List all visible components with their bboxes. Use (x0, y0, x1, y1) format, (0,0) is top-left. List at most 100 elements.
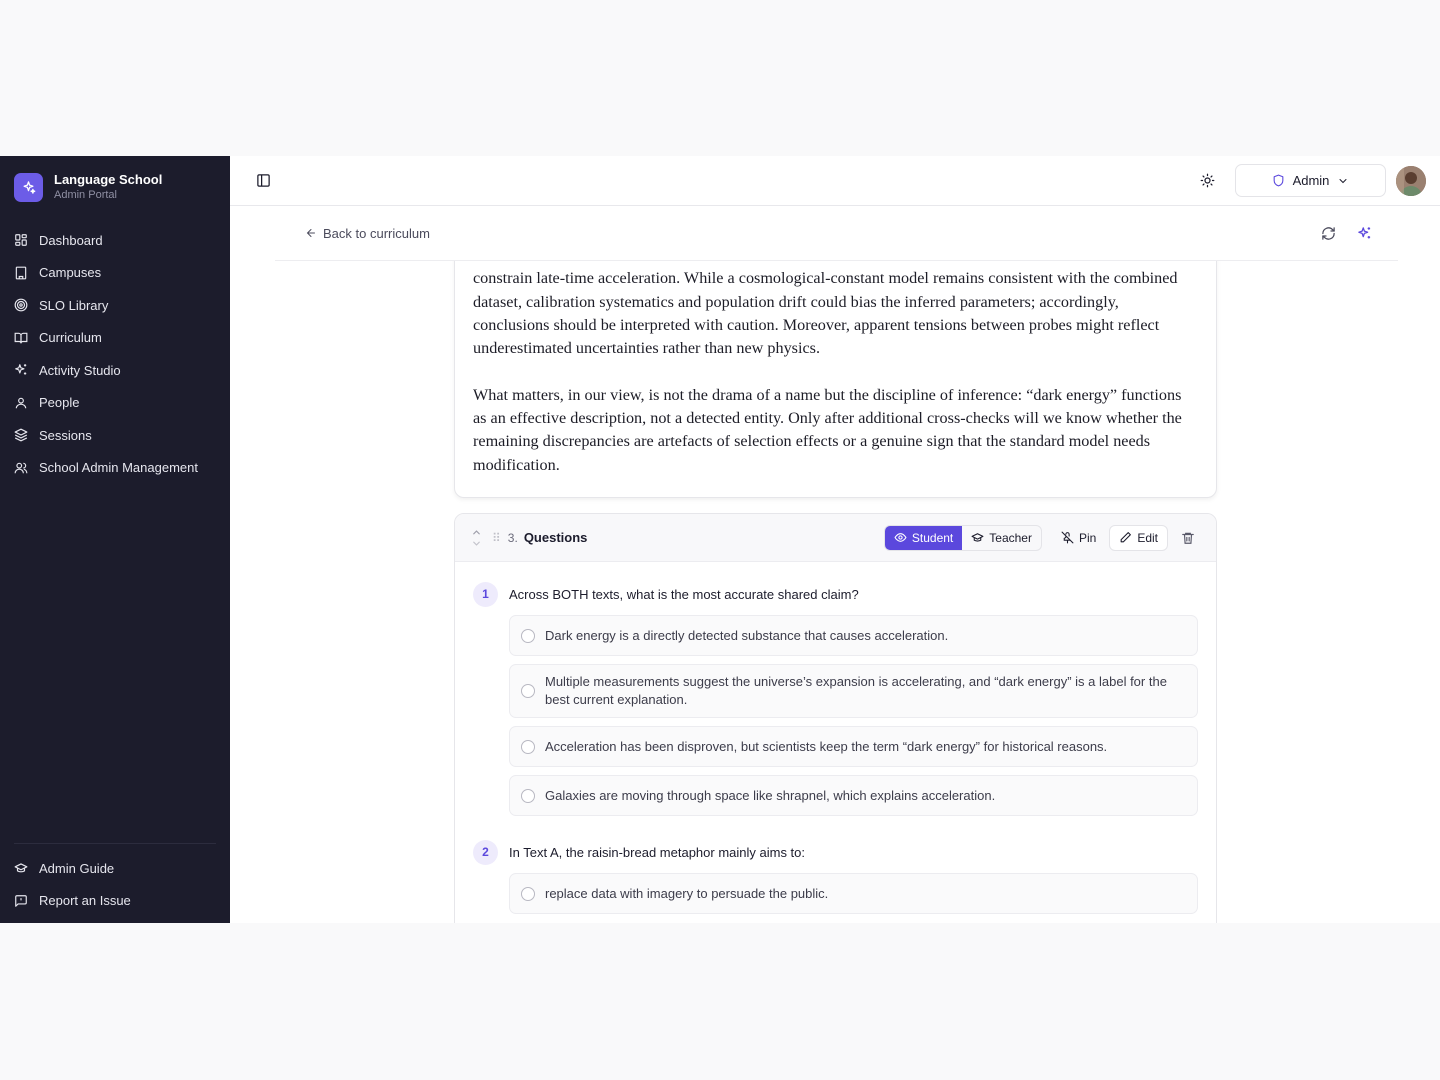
app-window: Language School Admin Portal Dashboard C… (0, 156, 1440, 923)
sidebar: Language School Admin Portal Dashboard C… (0, 156, 230, 923)
sidebar-item-label: Activity Studio (39, 362, 121, 378)
panel-left-icon (256, 174, 270, 187)
drag-handle-icon[interactable]: ⠿ (492, 531, 501, 545)
student-view-button[interactable]: Student (884, 525, 963, 550)
sidebar-item-label: Sessions (39, 427, 92, 443)
grid-icon (15, 234, 27, 247)
sidebar-nav: Dashboard Campuses SLO Library Curriculu… (0, 224, 230, 484)
answer-options: replace data with imagery to persuade th… (509, 873, 1198, 914)
theme-toggle-button[interactable] (1193, 167, 1221, 195)
eye-icon (894, 533, 907, 542)
sun-icon (1200, 173, 1214, 188)
passage-paragraph: What matters, in our view, is not the dr… (473, 385, 1182, 474)
sidebar-item-label: People (39, 395, 80, 411)
brand[interactable]: Language School Admin Portal (0, 156, 230, 216)
question-item: 2 In Text A, the raisin-bread metaphor m… (455, 839, 1216, 914)
back-link-label: Back to curriculum (323, 225, 430, 241)
answer-option[interactable]: Dark energy is a directly detected subst… (509, 615, 1198, 656)
sidebar-item-label: Admin Guide (39, 860, 115, 876)
chevron-down-icon (1339, 178, 1347, 183)
option-text: Acceleration has been disproven, but sci… (545, 738, 1108, 754)
sidebar-item-school-admin-management[interactable]: School Admin Management (0, 452, 230, 485)
sidebar-item-admin-guide[interactable]: Admin Guide (0, 852, 230, 885)
passage-paragraph: constrain late-time acceleration. While … (473, 269, 1178, 358)
answer-option[interactable]: Acceleration has been disproven, but sci… (509, 726, 1198, 767)
view-mode-toggle: Student Teacher (883, 524, 1042, 551)
sidebar-toggle-button[interactable] (249, 167, 277, 195)
teacher-view-button[interactable]: Teacher (962, 526, 1041, 550)
sidebar-item-sessions[interactable]: Sessions (0, 419, 230, 452)
topbar: Admin (230, 156, 1440, 206)
sidebar-item-label: School Admin Management (39, 460, 198, 476)
sparkles-icon (1357, 226, 1370, 238)
sparkles-icon (15, 364, 27, 375)
student-label: Student (911, 530, 954, 545)
sidebar-item-label: Dashboard (39, 232, 103, 248)
sidebar-bottom: Admin Guide Report an Issue (0, 852, 230, 923)
answer-option[interactable]: Galaxies are moving through space like s… (509, 775, 1198, 816)
question-number-badge: 2 (473, 839, 498, 865)
answer-options: Dark energy is a directly detected subst… (509, 615, 1198, 816)
users-icon (14, 462, 28, 474)
question-number-badge: 1 (473, 581, 498, 607)
role-select[interactable]: Admin (1235, 164, 1386, 197)
user-icon (15, 397, 27, 409)
radio-button[interactable] (521, 628, 535, 643)
sidebar-item-activity-studio[interactable]: Activity Studio (0, 354, 230, 387)
sidebar-item-label: Curriculum (39, 330, 102, 346)
sidebar-item-dashboard[interactable]: Dashboard (0, 224, 230, 257)
radio-button[interactable] (521, 684, 535, 698)
delete-button[interactable] (1174, 524, 1202, 552)
message-icon (15, 894, 27, 907)
section-number: 3. (507, 530, 518, 545)
brand-title: Language School (54, 172, 163, 187)
building-icon (15, 266, 27, 280)
sidebar-item-report-issue[interactable]: Report an Issue (0, 885, 230, 918)
radio-button[interactable] (521, 739, 535, 754)
chevron-down-icon[interactable] (471, 540, 482, 548)
back-to-curriculum-link[interactable]: Back to curriculum (305, 226, 430, 241)
question-text: Across BOTH texts, what is the most accu… (509, 586, 859, 602)
option-text: Multiple measurements suggest the univer… (545, 674, 1167, 707)
reading-passage-card: constrain late-time acceleration. While … (454, 240, 1217, 498)
pin-off-icon (1061, 531, 1074, 544)
sidebar-divider (14, 843, 216, 844)
sidebar-item-label: Campuses (39, 265, 102, 281)
sidebar-item-curriculum[interactable]: Curriculum (0, 322, 230, 355)
graduation-cap-icon (14, 863, 28, 873)
pencil-icon (1120, 532, 1132, 543)
option-text: replace data with imagery to persuade th… (545, 885, 829, 901)
reorder-controls (471, 528, 482, 548)
radio-button[interactable] (521, 886, 535, 901)
role-label: Admin (1292, 173, 1330, 188)
answer-option[interactable]: replace data with imagery to persuade th… (509, 873, 1198, 914)
question-item: 1 Across BOTH texts, what is the most ac… (455, 581, 1216, 816)
sidebar-item-campuses[interactable]: Campuses (0, 257, 230, 290)
ai-assist-button[interactable] (1350, 219, 1378, 247)
shield-icon (1273, 174, 1283, 187)
chevron-up-icon[interactable] (471, 528, 482, 536)
pin-button[interactable]: Pin (1052, 525, 1105, 551)
trash-icon (1182, 532, 1194, 544)
reading-passage: constrain late-time acceleration. While … (473, 267, 1186, 477)
option-text: Galaxies are moving through space like s… (545, 787, 996, 803)
refresh-icon (1321, 226, 1335, 240)
questions-section-card: ⠿ 3. Questions Student Teacher Pin Edit … (454, 513, 1217, 923)
questions-section-header: ⠿ 3. Questions Student Teacher Pin Edit (455, 514, 1216, 562)
question-text: In Text A, the raisin-bread metaphor mai… (509, 844, 806, 860)
layers-icon (14, 428, 28, 442)
brand-subtitle: Admin Portal (54, 189, 117, 201)
graduation-cap-icon (971, 533, 984, 542)
sidebar-item-label: Report an Issue (39, 893, 131, 909)
edit-button[interactable]: Edit (1109, 524, 1168, 551)
section-title: Questions (523, 530, 588, 545)
answer-option[interactable]: Multiple measurements suggest the univer… (509, 664, 1198, 718)
main-area: Admin Back to curriculum constrain late-… (230, 156, 1440, 923)
teacher-label: Teacher (989, 530, 1032, 545)
sidebar-item-people[interactable]: People (0, 387, 230, 420)
sidebar-item-slo-library[interactable]: SLO Library (0, 289, 230, 322)
edit-label: Edit (1137, 530, 1158, 545)
avatar[interactable] (1396, 165, 1426, 196)
radio-button[interactable] (521, 788, 535, 803)
refresh-button[interactable] (1314, 219, 1342, 247)
